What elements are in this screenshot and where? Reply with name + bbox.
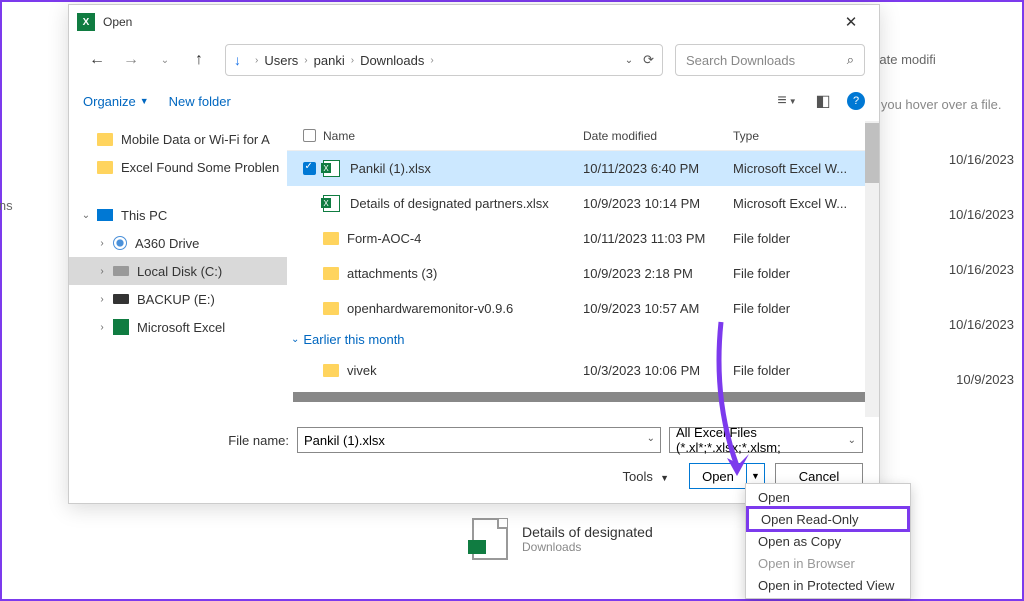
bg-date: 10/16/2023 <box>870 317 1014 332</box>
open-file-dialog: X Open ✕ ← → ⌄ ↑ ↓ › Users › panki › Dow… <box>68 4 880 504</box>
file-type: File folder <box>733 231 879 246</box>
file-name: Form-AOC-4 <box>347 231 421 246</box>
sidebar-item-a360[interactable]: ›A360 Drive <box>69 229 287 257</box>
file-name: openhardwaremonitor-v0.9.6 <box>347 301 513 316</box>
horizontal-scrollbar[interactable] <box>293 392 865 402</box>
file-name: Pankil (1).xlsx <box>350 161 431 176</box>
sidebar-item-local-disk[interactable]: ›Local Disk (C:) <box>69 257 287 285</box>
bg-hover-hint: n you hover over a file. <box>870 97 1014 112</box>
folder-icon <box>323 302 339 315</box>
folder-icon <box>323 232 339 245</box>
filename-label: File name: <box>228 433 289 448</box>
xlsx-icon <box>323 195 340 212</box>
search-icon: ⌕ <box>847 52 854 68</box>
dialog-title: Open <box>103 15 132 29</box>
row-checkbox[interactable] <box>303 162 316 175</box>
downloads-icon: ↓ <box>234 52 241 68</box>
menu-item-open-read-only[interactable]: Open Read-Only <box>746 506 910 532</box>
bg-date: 10/9/2023 <box>870 372 1014 387</box>
sidebar-item-excel[interactable]: ›Microsoft Excel <box>69 313 287 341</box>
file-type: File folder <box>733 266 879 281</box>
folder-icon <box>323 267 339 280</box>
open-dropdown-menu: OpenOpen Read-OnlyOpen as CopyOpen in Br… <box>745 483 911 599</box>
bg-addins-fragment: ins <box>0 198 13 213</box>
menu-item-open-in-browser: Open in Browser <box>746 552 910 574</box>
file-date: 10/3/2023 10:06 PM <box>583 363 733 378</box>
filename-input[interactable] <box>297 427 661 453</box>
excel-file-icon <box>472 518 508 560</box>
folder-icon <box>323 364 339 377</box>
excel-icon: X <box>77 13 95 31</box>
back-button[interactable]: ← <box>83 46 111 74</box>
column-name[interactable]: Name <box>323 129 583 143</box>
bg-date: 10/16/2023 <box>870 152 1014 167</box>
breadcrumb[interactable]: panki <box>314 53 345 68</box>
file-date: 10/11/2023 11:03 PM <box>583 231 733 246</box>
menu-item-open-in-protected-view[interactable]: Open in Protected View <box>746 574 910 596</box>
view-options-button[interactable]: ≡ ▼ <box>775 89 799 113</box>
sidebar-item-quick[interactable]: Excel Found Some Problen <box>69 153 287 181</box>
sidebar-item-backup[interactable]: ›BACKUP (E:) <box>69 285 287 313</box>
up-button[interactable]: ↑ <box>185 46 213 74</box>
file-type-filter[interactable]: All Excel Files (*.xl*;*.xlsx;*.xlsm;⌄ <box>669 427 863 453</box>
file-type: File folder <box>733 363 879 378</box>
column-date[interactable]: Date modified <box>583 129 733 143</box>
file-name: vivek <box>347 363 377 378</box>
file-type: File folder <box>733 301 879 316</box>
file-type: Microsoft Excel W... <box>733 196 879 211</box>
tools-menu[interactable]: Tools ▼ <box>622 469 669 484</box>
column-headers: Name Date modified Type <box>287 121 879 151</box>
file-name: attachments (3) <box>347 266 437 281</box>
folder-tree: Mobile Data or Wi-Fi for A Excel Found S… <box>69 121 287 417</box>
file-row[interactable]: Pankil (1).xlsx 10/11/2023 6:40 PMMicroso… <box>287 151 879 186</box>
file-type: Microsoft Excel W... <box>733 161 879 176</box>
vertical-scrollbar[interactable] <box>865 121 879 417</box>
column-type[interactable]: Type <box>733 129 879 143</box>
file-date: 10/9/2023 10:14 PM <box>583 196 733 211</box>
file-name: Details of designated partners.xlsx <box>350 196 549 211</box>
toolbar: Organize ▼ New folder ≡ ▼ ◧ ? <box>69 81 879 121</box>
sidebar-item-this-pc[interactable]: ⌄This PC <box>69 201 287 229</box>
forward-button[interactable]: → <box>117 46 145 74</box>
preview-pane-button[interactable]: ◧ <box>811 89 835 113</box>
group-header-earlier[interactable]: ⌄Earlier this month <box>287 326 879 353</box>
bg-date: 10/16/2023 <box>870 262 1014 277</box>
file-date: 10/9/2023 2:18 PM <box>583 266 733 281</box>
file-row[interactable]: Form-AOC-4 10/11/2023 11:03 PMFile folder <box>287 221 879 256</box>
file-row[interactable]: Details of designated partners.xlsx 10/9/… <box>287 186 879 221</box>
menu-item-open[interactable]: Open <box>746 486 910 508</box>
organize-menu[interactable]: Organize ▼ <box>83 94 149 109</box>
sidebar-item-quick[interactable]: Mobile Data or Wi-Fi for A <box>69 125 287 153</box>
bg-date: 10/16/2023 <box>870 207 1014 222</box>
refresh-icon[interactable]: ⟳ <box>643 52 654 68</box>
filename-dropdown-icon[interactable]: ⌄ <box>647 433 655 444</box>
address-dropdown-icon[interactable]: ⌄ <box>625 55 633 66</box>
navigation-bar: ← → ⌄ ↑ ↓ › Users › panki › Downloads › … <box>69 39 879 81</box>
history-dropdown[interactable]: ⌄ <box>151 46 179 74</box>
new-folder-button[interactable]: New folder <box>169 94 231 109</box>
file-list: Name Date modified Type Pankil (1).xlsx 1… <box>287 121 879 417</box>
breadcrumb[interactable]: Users <box>264 53 298 68</box>
breadcrumb[interactable]: Downloads <box>360 53 424 68</box>
file-row[interactable]: openhardwaremonitor-v0.9.6 10/9/2023 10:5… <box>287 291 879 326</box>
help-icon[interactable]: ? <box>847 92 865 110</box>
close-button[interactable]: ✕ <box>831 7 871 37</box>
file-row[interactable]: attachments (3) 10/9/2023 2:18 PMFile fol… <box>287 256 879 291</box>
bg-date-header: Date modifi <box>870 12 1014 77</box>
file-date: 10/11/2023 6:40 PM <box>583 161 733 176</box>
search-input[interactable]: Search Downloads ⌕ <box>675 44 865 76</box>
file-row[interactable]: vivek 10/3/2023 10:06 PMFile folder <box>287 353 879 388</box>
bg-file-location: Downloads <box>522 540 653 554</box>
bg-file-title: Details of designated <box>522 524 653 540</box>
titlebar: X Open ✕ <box>69 5 879 39</box>
select-all-checkbox[interactable] <box>303 129 316 142</box>
bg-recent-file[interactable]: Details of designated Downloads <box>472 518 653 560</box>
file-date: 10/9/2023 10:57 AM <box>583 301 733 316</box>
address-bar[interactable]: ↓ › Users › panki › Downloads › ⌄ ⟳ <box>225 44 663 76</box>
xlsx-icon <box>323 160 340 177</box>
menu-item-open-as-copy[interactable]: Open as Copy <box>746 530 910 552</box>
